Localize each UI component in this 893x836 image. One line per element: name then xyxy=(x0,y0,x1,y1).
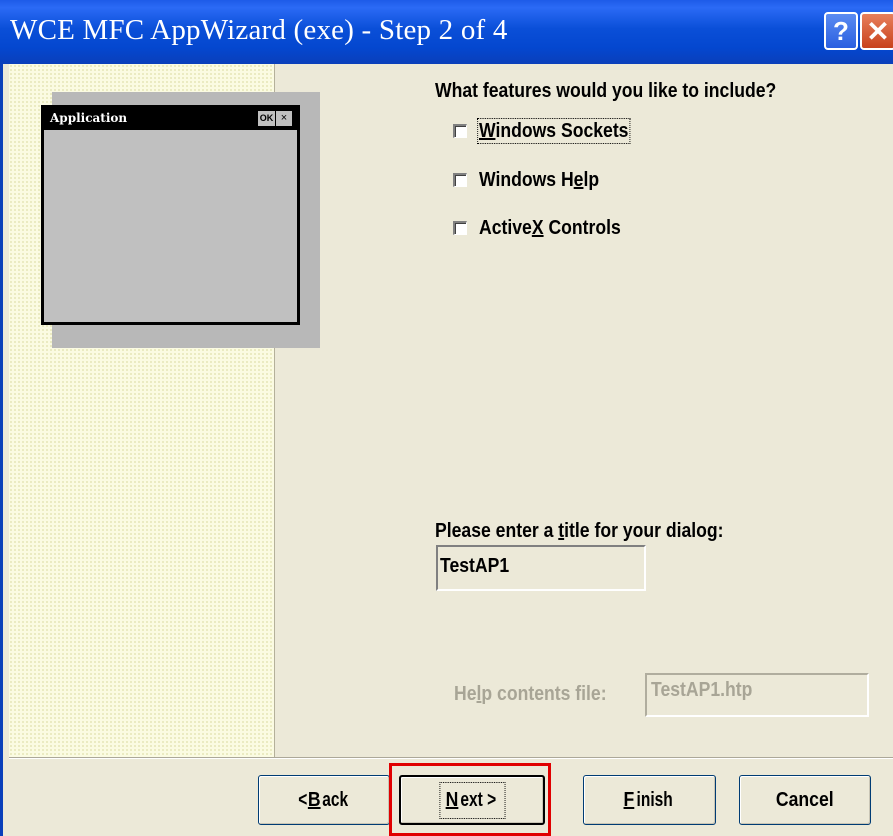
title-bar[interactable]: WCE MFC AppWizard (exe) - Step 2 of 4 ? … xyxy=(0,0,893,64)
windows-help-checkbox[interactable] xyxy=(453,173,467,187)
windows-sockets-checkbox[interactable] xyxy=(453,124,467,138)
question-mark-icon: ? xyxy=(833,15,849,46)
preview-close-icon: × xyxy=(276,111,292,126)
cancel-button[interactable]: Cancel xyxy=(739,775,871,825)
windows-help-label[interactable]: Windows Help xyxy=(479,169,599,192)
finish-button[interactable]: Finish xyxy=(583,775,716,825)
activex-controls-option[interactable]: ActiveX Controls xyxy=(453,215,640,241)
button-separator xyxy=(9,757,893,759)
help-button[interactable]: ? xyxy=(824,12,858,50)
help-contents-input: TestAP1.htp xyxy=(645,673,869,717)
back-button[interactable]: < Back xyxy=(258,775,390,825)
help-contents-label: Help contents file: xyxy=(454,683,607,705)
windows-sockets-option[interactable]: Windows Sockets xyxy=(453,117,649,144)
windows-sockets-label[interactable]: Windows Sockets xyxy=(477,117,631,144)
close-button[interactable]: ✕ xyxy=(860,12,893,50)
preview-ok-icon: OK xyxy=(258,111,275,126)
dialog-title-prompt: Please enter a title for your dialog: xyxy=(435,520,724,542)
dialog-title-input[interactable]: TestAP1 xyxy=(436,545,646,591)
activex-controls-checkbox[interactable] xyxy=(453,221,467,235)
preview-title: Application xyxy=(50,111,128,125)
preview-application-window: Application OK × xyxy=(41,105,300,325)
close-icon: ✕ xyxy=(866,15,890,47)
features-question: What features would you like to include? xyxy=(435,80,777,102)
preview-titlebar: Application OK × xyxy=(44,108,297,130)
next-button-highlight-box xyxy=(389,763,551,836)
windows-help-option[interactable]: Windows Help xyxy=(453,167,616,193)
window-title: WCE MFC AppWizard (exe) - Step 2 of 4 xyxy=(10,14,508,46)
activex-controls-label[interactable]: ActiveX Controls xyxy=(479,217,621,240)
